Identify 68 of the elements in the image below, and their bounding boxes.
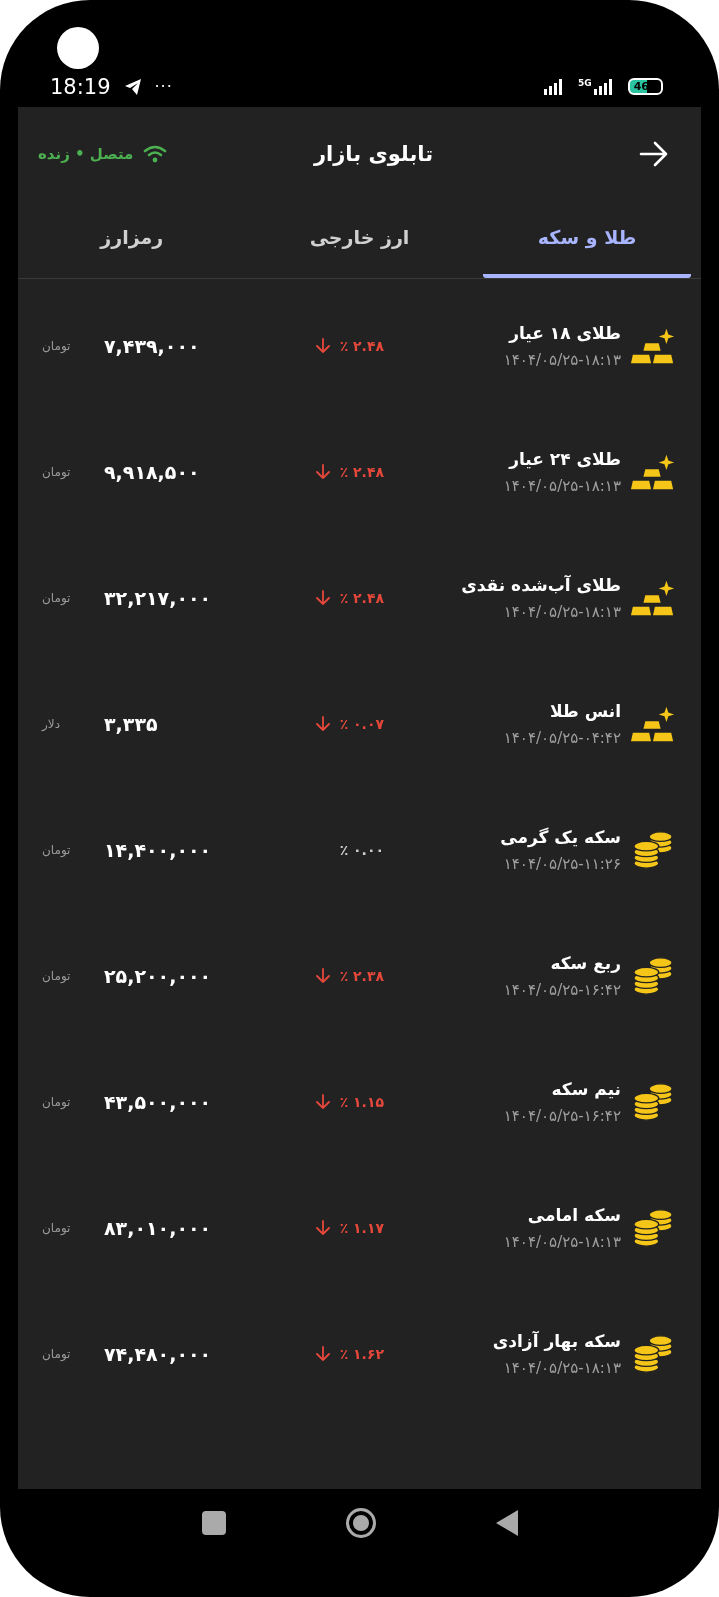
camera-hole xyxy=(57,27,99,69)
price: ۷,۴۳۹,۰۰۰ xyxy=(104,335,201,357)
item-name: طلای ۱۸ عیار xyxy=(509,323,621,343)
coin-stack-icon xyxy=(632,1082,674,1122)
price: ۹,۹۱۸,۵۰۰ xyxy=(104,461,201,483)
percent-change: ٪ ۱.۶۲ xyxy=(339,1346,384,1362)
screen-title: تابلوی بازار xyxy=(313,141,434,166)
update-time: ۱۴۰۴/۰۵/۲۵-۱۸:۱۳ xyxy=(503,1233,621,1251)
price: ۲۵,۲۰۰,۰۰۰ xyxy=(104,965,213,987)
update-time: ۱۴۰۴/۰۵/۲۵-۱۸:۱۳ xyxy=(503,351,621,369)
price: ۷۴,۴۸۰,۰۰۰ xyxy=(104,1343,213,1365)
bullion-bars-icon xyxy=(630,452,676,492)
percent-change: ٪ ۱.۱۷ xyxy=(339,1220,384,1236)
item-name: انس طلا xyxy=(549,701,621,721)
update-time: ۱۴۰۴/۰۵/۲۵-۱۸:۱۳ xyxy=(503,1359,621,1377)
update-time: ۱۴۰۴/۰۵/۲۵-۱۱:۲۶ xyxy=(503,855,621,873)
currency-unit: تومان xyxy=(42,1221,72,1235)
item-name: سکه بهار آزادی xyxy=(492,1331,621,1351)
item-name: نیم سکه xyxy=(551,1079,621,1099)
recents-button[interactable] xyxy=(201,1511,226,1535)
home-button[interactable] xyxy=(345,1508,376,1538)
coin-stack-icon xyxy=(632,956,674,996)
back-button[interactable] xyxy=(495,1510,518,1536)
item-name: طلای ۲۴ عیار xyxy=(509,449,621,469)
percent-change: ٪ ۰.۰۰ xyxy=(339,842,384,858)
currency-unit: تومان xyxy=(42,465,72,479)
percent-change: ٪ ۲.۴۸ xyxy=(339,464,384,480)
coin-stack-icon xyxy=(632,1334,674,1374)
coin-stack-icon xyxy=(632,1208,674,1248)
update-time: ۱۴۰۴/۰۵/۲۵-۱۸:۱۳ xyxy=(503,603,621,621)
price: ۴۳,۵۰۰,۰۰۰ xyxy=(104,1091,213,1113)
wifi-icon xyxy=(143,143,168,164)
bullion-bars-icon xyxy=(630,704,676,744)
currency-unit: تومان xyxy=(42,843,72,857)
item-name: سکه امامی xyxy=(527,1205,621,1225)
percent-change: ٪ ۲.۳۸ xyxy=(339,968,384,984)
price: ۱۴,۴۰۰,۰۰۰ xyxy=(104,839,213,861)
item-name: ربع سکه xyxy=(550,953,621,973)
currency-unit: تومان xyxy=(42,591,72,605)
clock: 18:19 xyxy=(50,74,111,99)
bullion-bars-icon xyxy=(630,578,676,618)
bullion-bars-icon xyxy=(630,326,676,366)
currency-unit: تومان xyxy=(42,1095,72,1109)
tab[interactable]: رمزارز xyxy=(28,200,236,278)
price: ۳۲,۲۱۷,۰۰۰ xyxy=(104,587,213,609)
percent-change: ٪ ۲.۴۸ xyxy=(339,338,384,354)
percent-change: ٪ ۲.۴۸ xyxy=(339,590,384,606)
tab[interactable]: ارز خارجی xyxy=(255,200,464,278)
percent-change: ٪ ۰.۰۷ xyxy=(339,716,384,732)
update-time: ۱۴۰۴/۰۵/۲۵-۱۶:۴۲ xyxy=(503,1107,621,1125)
currency-unit: تومان xyxy=(42,1347,72,1361)
coin-stack-icon xyxy=(632,830,674,870)
tab[interactable]: طلا و سکه xyxy=(483,200,691,278)
update-time: ۱۴۰۴/۰۵/۲۵-۱۸:۱۳ xyxy=(503,477,621,495)
percent-change: ٪ ۱.۱۵ xyxy=(339,1094,384,1110)
connection-status: متصل • زنده xyxy=(38,144,134,163)
item-name: طلای آب‌شده نقدی xyxy=(461,575,621,595)
item-name: سکه یک گرمی xyxy=(500,827,621,847)
price: ۸۳,۰۱۰,۰۰۰ xyxy=(104,1217,213,1239)
network-label: 5G xyxy=(578,77,592,88)
price: ۳,۳۳۵ xyxy=(104,713,159,735)
back-arrow-icon[interactable] xyxy=(639,140,669,167)
update-time: ۱۴۰۴/۰۵/۲۵-۱۶:۴۲ xyxy=(503,981,621,999)
currency-unit: دلار xyxy=(42,717,61,731)
update-time: ۱۴۰۴/۰۵/۲۵-۰۴:۴۲ xyxy=(503,729,621,747)
more-notifications: ··· xyxy=(154,77,173,96)
currency-unit: تومان xyxy=(42,969,72,983)
currency-unit: تومان xyxy=(42,339,72,353)
